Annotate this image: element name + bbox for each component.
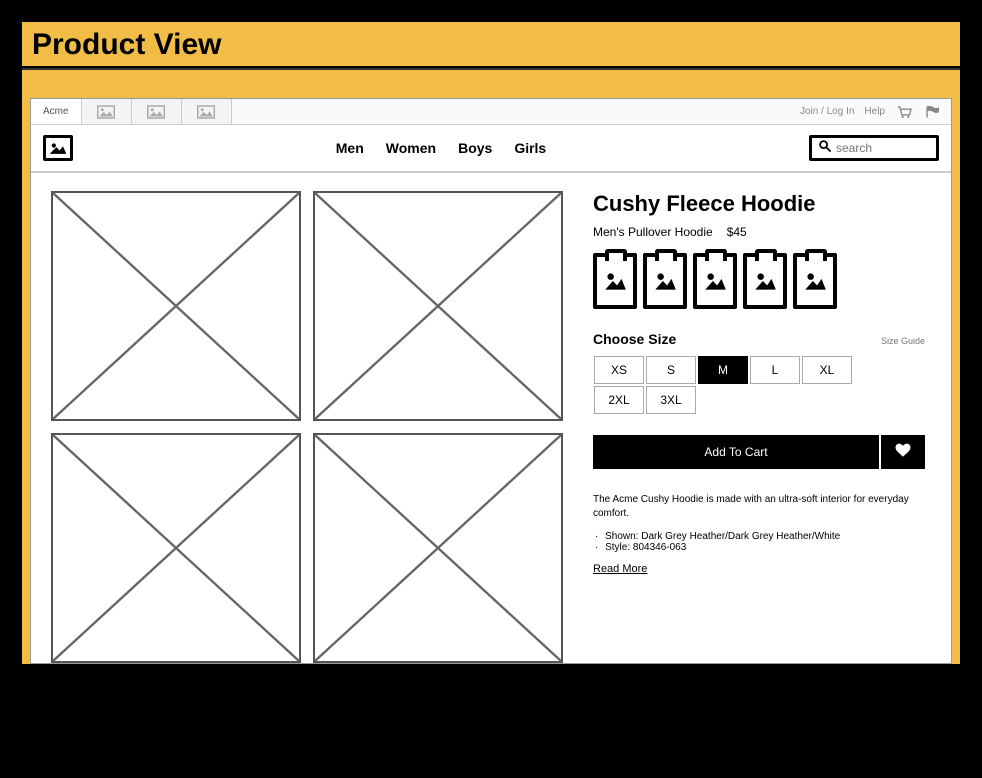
search-icon: [818, 139, 832, 158]
top-image-tab-2[interactable]: [132, 99, 182, 124]
size-option-2xl[interactable]: 2XL: [594, 386, 644, 414]
color-swatches: [593, 253, 925, 309]
image-icon: [147, 105, 165, 119]
size-option-l[interactable]: L: [750, 356, 800, 384]
add-to-cart-button[interactable]: Add To Cart: [593, 435, 879, 469]
image-icon: [197, 105, 215, 119]
nav-men[interactable]: Men: [336, 140, 364, 156]
nav-women[interactable]: Women: [386, 140, 436, 156]
swatch-5[interactable]: [793, 253, 837, 309]
gallery-image-1[interactable]: [51, 191, 301, 421]
logo[interactable]: [43, 135, 73, 161]
size-options: XSSMLXL 2XL3XL: [593, 355, 853, 415]
search-input[interactable]: [836, 141, 930, 155]
nav-boys[interactable]: Boys: [458, 140, 492, 156]
nav-categories: Men Women Boys Girls: [336, 140, 546, 156]
size-option-xs[interactable]: XS: [594, 356, 644, 384]
header-gap: [22, 70, 960, 98]
product-gallery: [51, 191, 563, 663]
product-bullets: Shown: Dark Grey Heather/Dark Grey Heath…: [593, 531, 925, 553]
size-option-m[interactable]: M: [698, 356, 748, 384]
favorite-button[interactable]: [881, 435, 925, 469]
nav-girls[interactable]: Girls: [514, 140, 546, 156]
cart-icon[interactable]: [895, 105, 913, 119]
gallery-image-4[interactable]: [313, 433, 563, 663]
product-details: Cushy Fleece Hoodie Men's Pullover Hoodi…: [593, 191, 931, 663]
brand-tab[interactable]: Acme: [31, 99, 82, 124]
bullet-style: Style: 804346-063: [605, 542, 925, 553]
swatch-1[interactable]: [593, 253, 637, 309]
bullet-shown: Shown: Dark Grey Heather/Dark Grey Heath…: [605, 531, 925, 542]
flag-icon[interactable]: [923, 105, 941, 119]
swatch-3[interactable]: [693, 253, 737, 309]
size-guide-link[interactable]: Size Guide: [881, 336, 925, 346]
join-login-link[interactable]: Join / Log In: [800, 106, 854, 117]
read-more-link[interactable]: Read More: [593, 563, 925, 575]
size-option-xl[interactable]: XL: [802, 356, 852, 384]
nav-strip: Men Women Boys Girls: [31, 125, 951, 172]
page-title: Product View: [32, 28, 950, 62]
product-description: The Acme Cushy Hoodie is made with an ul…: [593, 493, 925, 521]
search-box[interactable]: [809, 135, 939, 161]
product-title: Cushy Fleece Hoodie: [593, 191, 925, 217]
gallery-image-3[interactable]: [51, 433, 301, 663]
top-image-tab-1[interactable]: [82, 99, 132, 124]
image-icon: [97, 105, 115, 119]
heart-icon: [894, 442, 912, 463]
site-frame: Acme: [30, 98, 952, 664]
swatch-2[interactable]: [643, 253, 687, 309]
top-strip: Acme: [31, 99, 951, 125]
swatch-4[interactable]: [743, 253, 787, 309]
top-image-tab-3[interactable]: [182, 99, 232, 124]
product-subtitle: Men's Pullover Hoodie: [593, 225, 713, 239]
help-link[interactable]: Help: [864, 106, 885, 117]
gallery-image-2[interactable]: [313, 191, 563, 421]
product-price: $45: [727, 225, 747, 239]
size-option-s[interactable]: S: [646, 356, 696, 384]
size-option-3xl[interactable]: 3XL: [646, 386, 696, 414]
choose-size-label: Choose Size: [593, 331, 676, 347]
